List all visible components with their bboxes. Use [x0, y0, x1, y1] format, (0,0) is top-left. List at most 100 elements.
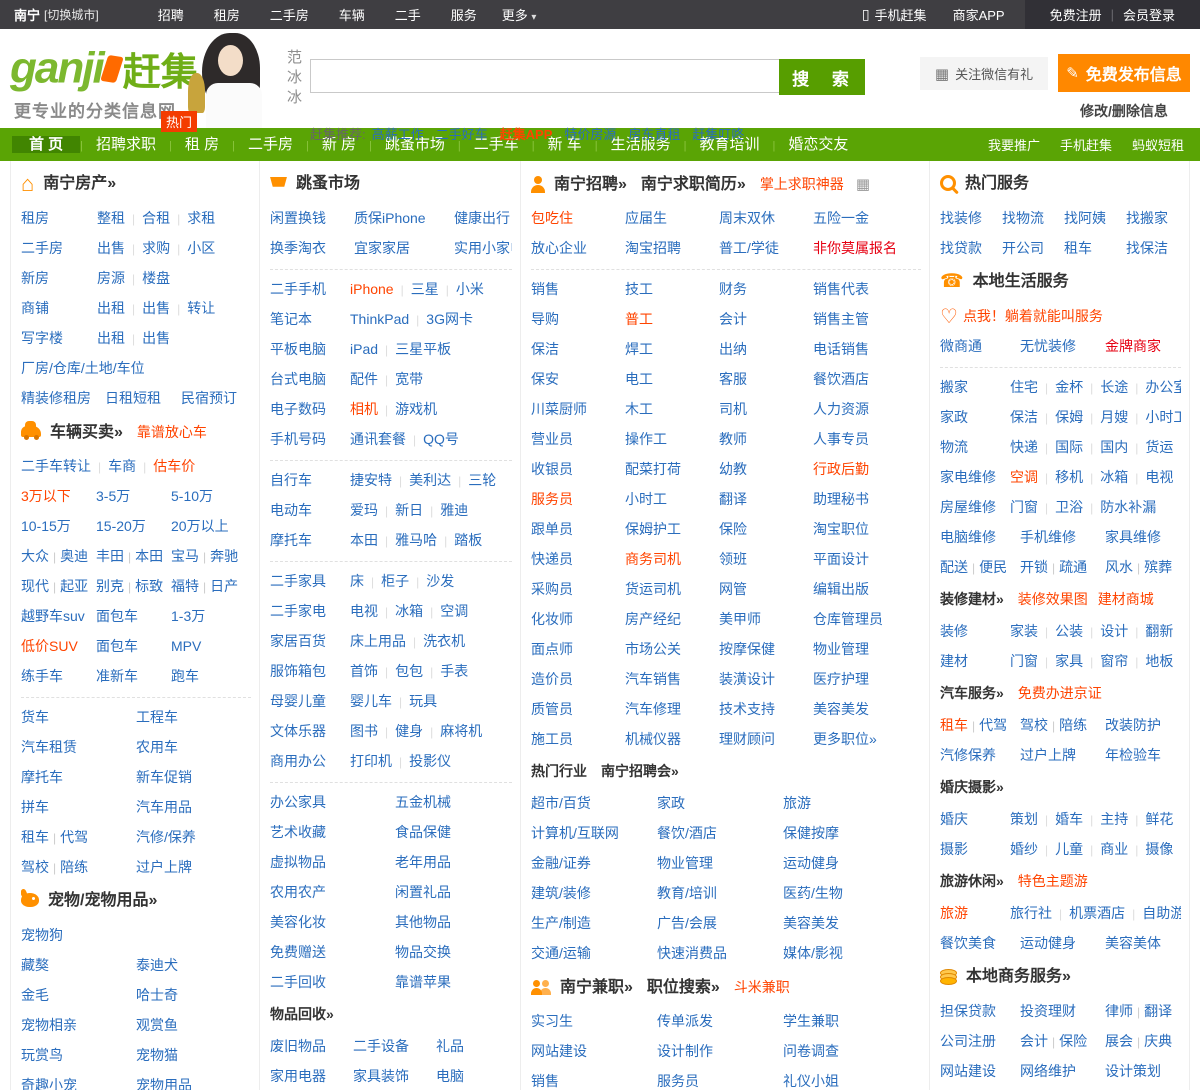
section-header-link[interactable]: 建材商城	[1098, 591, 1154, 607]
publish-button[interactable]: ✎ 免费发布信息	[1058, 54, 1190, 92]
link[interactable]: 二手车转让	[21, 458, 91, 474]
link[interactable]: 餐饮酒店	[813, 371, 869, 387]
link[interactable]: 无忧装修	[1020, 338, 1076, 354]
link[interactable]: 小时工	[1145, 409, 1181, 425]
link[interactable]: 网站建设	[940, 1063, 996, 1079]
link[interactable]: 物业管理	[813, 641, 869, 657]
link[interactable]: 租车	[21, 829, 49, 845]
search-button[interactable]: 搜 索	[779, 59, 865, 95]
link[interactable]: 标致	[135, 578, 163, 594]
section-title[interactable]: 汽车服务»	[940, 685, 1004, 701]
recommend-link[interactable]: 高薪工作	[372, 127, 424, 142]
link[interactable]: 藏獒	[21, 957, 49, 973]
link[interactable]: 淘宝招聘	[625, 240, 681, 256]
link[interactable]: 楼盘	[142, 270, 170, 286]
link[interactable]: 闲置礼品	[395, 884, 451, 900]
link[interactable]: 笔记本	[270, 311, 312, 327]
link[interactable]: 跟单员	[531, 521, 573, 537]
link[interactable]: 金融/证券	[531, 855, 591, 871]
topbar-link[interactable]: 车辆	[339, 5, 365, 24]
link[interactable]: 福特	[171, 578, 199, 594]
link[interactable]: 餐饮美食	[940, 935, 996, 951]
section-title[interactable]: 装修建材»	[940, 591, 1004, 607]
link[interactable]: 20万以上	[171, 518, 229, 534]
link[interactable]: 找装修	[940, 210, 982, 226]
link[interactable]: 租车	[940, 717, 968, 733]
link[interactable]: 平板电脑	[270, 341, 326, 357]
link[interactable]: 学生兼职	[783, 1013, 839, 1029]
mobile-ganji-link[interactable]: ▯ 手机赶集	[862, 5, 927, 24]
link[interactable]: 食品保健	[395, 824, 451, 840]
link[interactable]: 客服	[719, 371, 747, 387]
link[interactable]: 美容美体	[1105, 935, 1161, 951]
link[interactable]: 配菜打荷	[625, 461, 681, 477]
link[interactable]: 更多职位»	[813, 731, 877, 747]
link[interactable]: 化妆师	[531, 611, 573, 627]
link[interactable]: 找贷款	[940, 240, 982, 256]
link[interactable]: 宠物相亲	[21, 1017, 77, 1033]
recommend-link[interactable]: 特价房源	[564, 127, 616, 142]
link[interactable]: 货车	[21, 709, 49, 725]
link[interactable]: 物业管理	[657, 855, 713, 871]
link[interactable]: 空调	[1010, 469, 1038, 485]
link[interactable]: 操作工	[625, 431, 667, 447]
link[interactable]: 雅迪	[440, 502, 468, 518]
link[interactable]: 美利达	[409, 472, 451, 488]
link[interactable]: 汽车租赁	[21, 739, 77, 755]
link[interactable]: 礼仪小姐	[783, 1073, 839, 1089]
link[interactable]: 美甲师	[719, 611, 761, 627]
link[interactable]: 机票酒店	[1069, 905, 1125, 921]
link[interactable]: 家具维修	[1105, 529, 1161, 545]
section-header-link[interactable]: 特色主题游	[1018, 873, 1088, 889]
link[interactable]: 翻译	[1144, 1003, 1172, 1019]
link[interactable]: 金杯	[1055, 379, 1083, 395]
nav-item[interactable]: 首 页	[12, 136, 81, 153]
link[interactable]: 手机维修	[1020, 529, 1076, 545]
topbar-link[interactable]: 招聘	[158, 5, 184, 24]
link[interactable]: ThinkPad	[350, 311, 409, 327]
link[interactable]: 投资理财	[1020, 1003, 1076, 1019]
link[interactable]: 办公室	[1145, 379, 1181, 395]
link[interactable]: 门窗	[1010, 653, 1038, 669]
link[interactable]: 主持	[1100, 811, 1128, 827]
link[interactable]: 民宿预订	[181, 390, 237, 406]
link[interactable]: 靠谱苹果	[395, 974, 451, 990]
link[interactable]: 装修	[940, 623, 968, 639]
link[interactable]: 捷安特	[350, 472, 392, 488]
link[interactable]: 跑车	[171, 668, 199, 684]
link[interactable]: 婴儿车	[350, 693, 392, 709]
link[interactable]: 殡葬	[1144, 559, 1172, 575]
link[interactable]: 空调	[440, 603, 468, 619]
section-header-link[interactable]: 掌上求职神器	[760, 176, 844, 192]
nav-item[interactable]: 租 房	[172, 136, 232, 153]
link[interactable]: 宠物猫	[136, 1047, 178, 1063]
link[interactable]: 快速消费品	[657, 945, 727, 961]
link[interactable]: 配送	[940, 559, 968, 575]
link[interactable]: 五险一金	[813, 210, 869, 226]
topbar-link[interactable]: 租房	[214, 5, 240, 24]
nav-item[interactable]: 婚恋交友	[775, 136, 861, 153]
link[interactable]: 翻译	[719, 491, 747, 507]
link[interactable]: 起亚	[60, 578, 88, 594]
link[interactable]: 商用办公	[270, 753, 326, 769]
link[interactable]: 快递员	[531, 551, 573, 567]
link[interactable]: 便民	[979, 559, 1007, 575]
link[interactable]: 销售	[531, 281, 559, 297]
recommend-link[interactable]: 二手好车	[436, 127, 488, 142]
link[interactable]: 陪练	[60, 859, 88, 875]
link[interactable]: 床上用品	[350, 633, 406, 649]
link[interactable]: 图书	[350, 723, 378, 739]
link[interactable]: 理财顾问	[719, 731, 775, 747]
link[interactable]: 商业	[1100, 841, 1128, 857]
link[interactable]: 金牌商家	[1105, 338, 1161, 354]
link[interactable]: 小米	[456, 281, 484, 297]
link[interactable]: 服务员	[657, 1073, 699, 1089]
link[interactable]: 媒体/影视	[783, 945, 843, 961]
link[interactable]: 宝马	[171, 548, 199, 564]
link[interactable]: 保安	[531, 371, 559, 387]
link[interactable]: 找阿姨	[1064, 210, 1106, 226]
link[interactable]: 换季淘衣	[270, 240, 326, 256]
link[interactable]: 卫浴	[1055, 499, 1083, 515]
link[interactable]: 电视	[350, 603, 378, 619]
link[interactable]: 商务司机	[625, 551, 681, 567]
